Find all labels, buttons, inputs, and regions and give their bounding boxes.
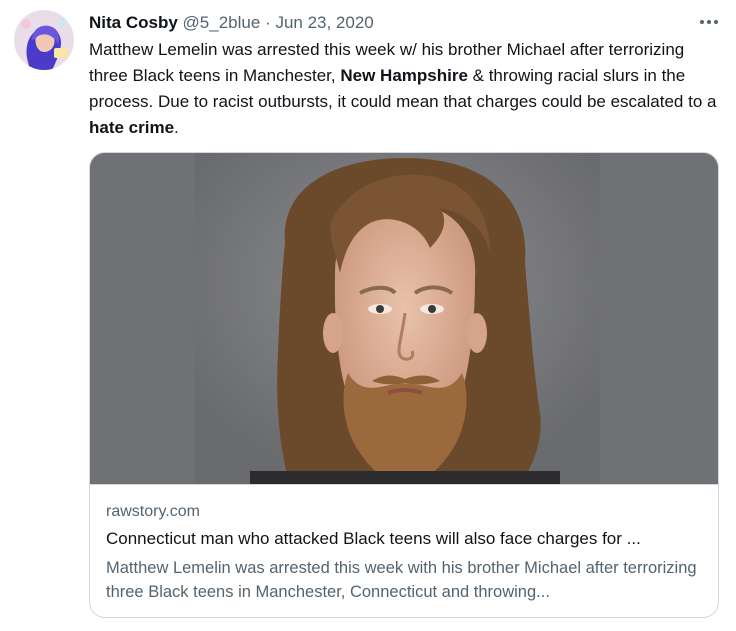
card-image bbox=[90, 153, 718, 484]
card-domain: rawstory.com bbox=[106, 503, 200, 520]
author-handle[interactable]: @5_2blue bbox=[183, 13, 261, 32]
tweet-text-bold-phrase: hate crime bbox=[89, 118, 175, 137]
avatar-image bbox=[14, 10, 74, 70]
tweet-text-bold-location: New Hampshire bbox=[340, 66, 468, 85]
card-title: Connecticut man who attacked Black teens… bbox=[106, 529, 641, 548]
tweet-text-segment: . bbox=[174, 118, 179, 137]
author-name[interactable]: Nita Cosby bbox=[89, 13, 178, 32]
author-avatar[interactable] bbox=[14, 10, 74, 70]
tweet-date[interactable]: Jun 23, 2020 bbox=[275, 13, 373, 32]
tweet-text: Matthew Lemelin was arrested this week w… bbox=[89, 37, 719, 141]
link-card[interactable]: rawstory.com Connecticut man who attacke… bbox=[89, 152, 719, 618]
meta-separator: · bbox=[265, 13, 271, 32]
tweet-header: Nita Cosby @5_2blue · Jun 23, 2020 bbox=[89, 12, 722, 34]
card-description: Matthew Lemelin was arrested this week w… bbox=[106, 559, 697, 601]
card-divider bbox=[90, 484, 718, 485]
mugshot-photo bbox=[90, 153, 718, 484]
more-options-button[interactable] bbox=[696, 10, 722, 34]
more-horizontal-icon bbox=[700, 20, 718, 24]
